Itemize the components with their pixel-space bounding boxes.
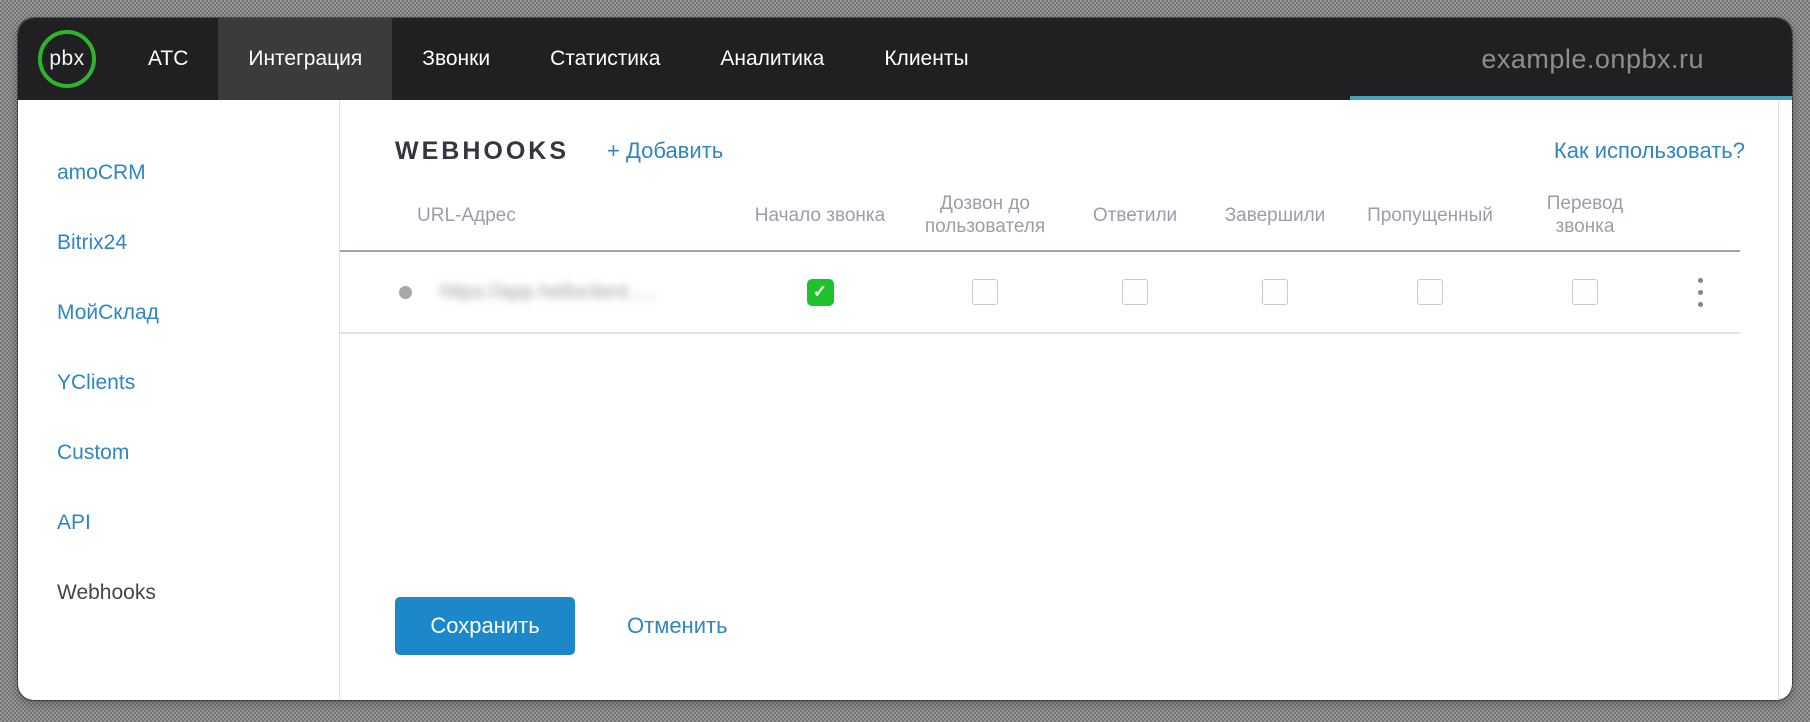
cell-dial-to-user (900, 279, 1070, 305)
cell-missed (1350, 279, 1510, 305)
save-button[interactable]: Сохранить (395, 597, 575, 655)
cell-call-start: ✓ (740, 278, 900, 306)
column-header-answered: Ответили (1092, 204, 1178, 226)
pbx-logo[interactable]: pbx (38, 30, 96, 88)
column-header-finished: Завершили (1224, 204, 1326, 226)
column-header-url: URL-Адрес (417, 204, 516, 226)
column-header-call-start: Начало звонка (754, 204, 886, 226)
pbx-logo-text: pbx (49, 47, 85, 70)
cancel-link[interactable]: Отменить (627, 613, 728, 639)
checkbox-missed[interactable] (1417, 279, 1443, 305)
sidebar-item-webhooks[interactable]: Webhooks (18, 558, 339, 628)
nav-tab-calls[interactable]: Звонки (392, 18, 520, 100)
table-header-row: URL-Адрес Начало звонка Дозвон до пользо… (340, 182, 1740, 252)
checkbox-call-transfer[interactable] (1572, 279, 1598, 305)
checkbox-answered[interactable] (1122, 279, 1148, 305)
checkbox-call-start[interactable]: ✓ (806, 278, 834, 306)
nav-tab-clients[interactable]: Клиенты (854, 18, 998, 100)
checkbox-dial-to-user[interactable] (972, 279, 998, 305)
nav-tab-analytics[interactable]: Аналитика (690, 18, 854, 100)
app-window: pbx АТС Интеграция Звонки Статистика Ана… (18, 18, 1792, 700)
sidebar-item-yclients[interactable]: YClients (18, 348, 339, 418)
nav-tab-ats[interactable]: АТС (118, 18, 218, 100)
cell-finished (1200, 279, 1350, 305)
add-webhook-link[interactable]: + Добавить (607, 138, 723, 164)
integrations-sidebar: amoCRM Bitrix24 МойСклад YClients Custom… (18, 100, 340, 700)
how-to-use-link[interactable]: Как использовать? (1554, 138, 1745, 164)
sidebar-item-api[interactable]: API (18, 488, 339, 558)
page-header: WEBHOOKS + Добавить Как использовать? (340, 100, 1792, 182)
webhook-row: https://app.helloclient..... ✓ (340, 252, 1740, 334)
webhooks-page: WEBHOOKS + Добавить Как использовать? UR… (340, 100, 1792, 700)
column-header-dial-to-user: Дозвон до пользователя (924, 193, 1046, 237)
webhooks-table: URL-Адрес Начало звонка Дозвон до пользо… (340, 182, 1740, 334)
form-actions: Сохранить Отменить (395, 597, 728, 655)
nav-tabs: АТС Интеграция Звонки Статистика Аналити… (118, 18, 999, 100)
status-dot-icon (399, 285, 412, 299)
account-domain: example.onpbx.ru (1481, 43, 1704, 74)
webhook-url-cell: https://app.helloclient..... (340, 281, 740, 304)
page-title: WEBHOOKS (395, 136, 569, 165)
kebab-menu-icon[interactable] (1690, 274, 1711, 311)
webhook-url-redacted: https://app.helloclient..... (440, 280, 656, 303)
cell-call-transfer (1510, 279, 1660, 305)
cell-actions (1660, 274, 1740, 311)
sidebar-item-moysklad[interactable]: МойСклад (18, 278, 339, 348)
sidebar-item-amocrm[interactable]: amoCRM (18, 138, 339, 208)
column-header-missed: Пропущенный (1367, 204, 1493, 226)
column-header-call-transfer: Перевод звонка (1546, 193, 1624, 237)
top-navbar: pbx АТС Интеграция Звонки Статистика Ана… (18, 18, 1792, 100)
nav-tab-integration[interactable]: Интеграция (218, 18, 393, 100)
sidebar-item-bitrix24[interactable]: Bitrix24 (18, 208, 339, 278)
main-layout: amoCRM Bitrix24 МойСклад YClients Custom… (18, 100, 1792, 700)
nav-tab-statistics[interactable]: Статистика (520, 18, 690, 100)
sidebar-item-custom[interactable]: Custom (18, 418, 339, 488)
checkbox-finished[interactable] (1262, 279, 1288, 305)
cell-answered (1070, 279, 1200, 305)
